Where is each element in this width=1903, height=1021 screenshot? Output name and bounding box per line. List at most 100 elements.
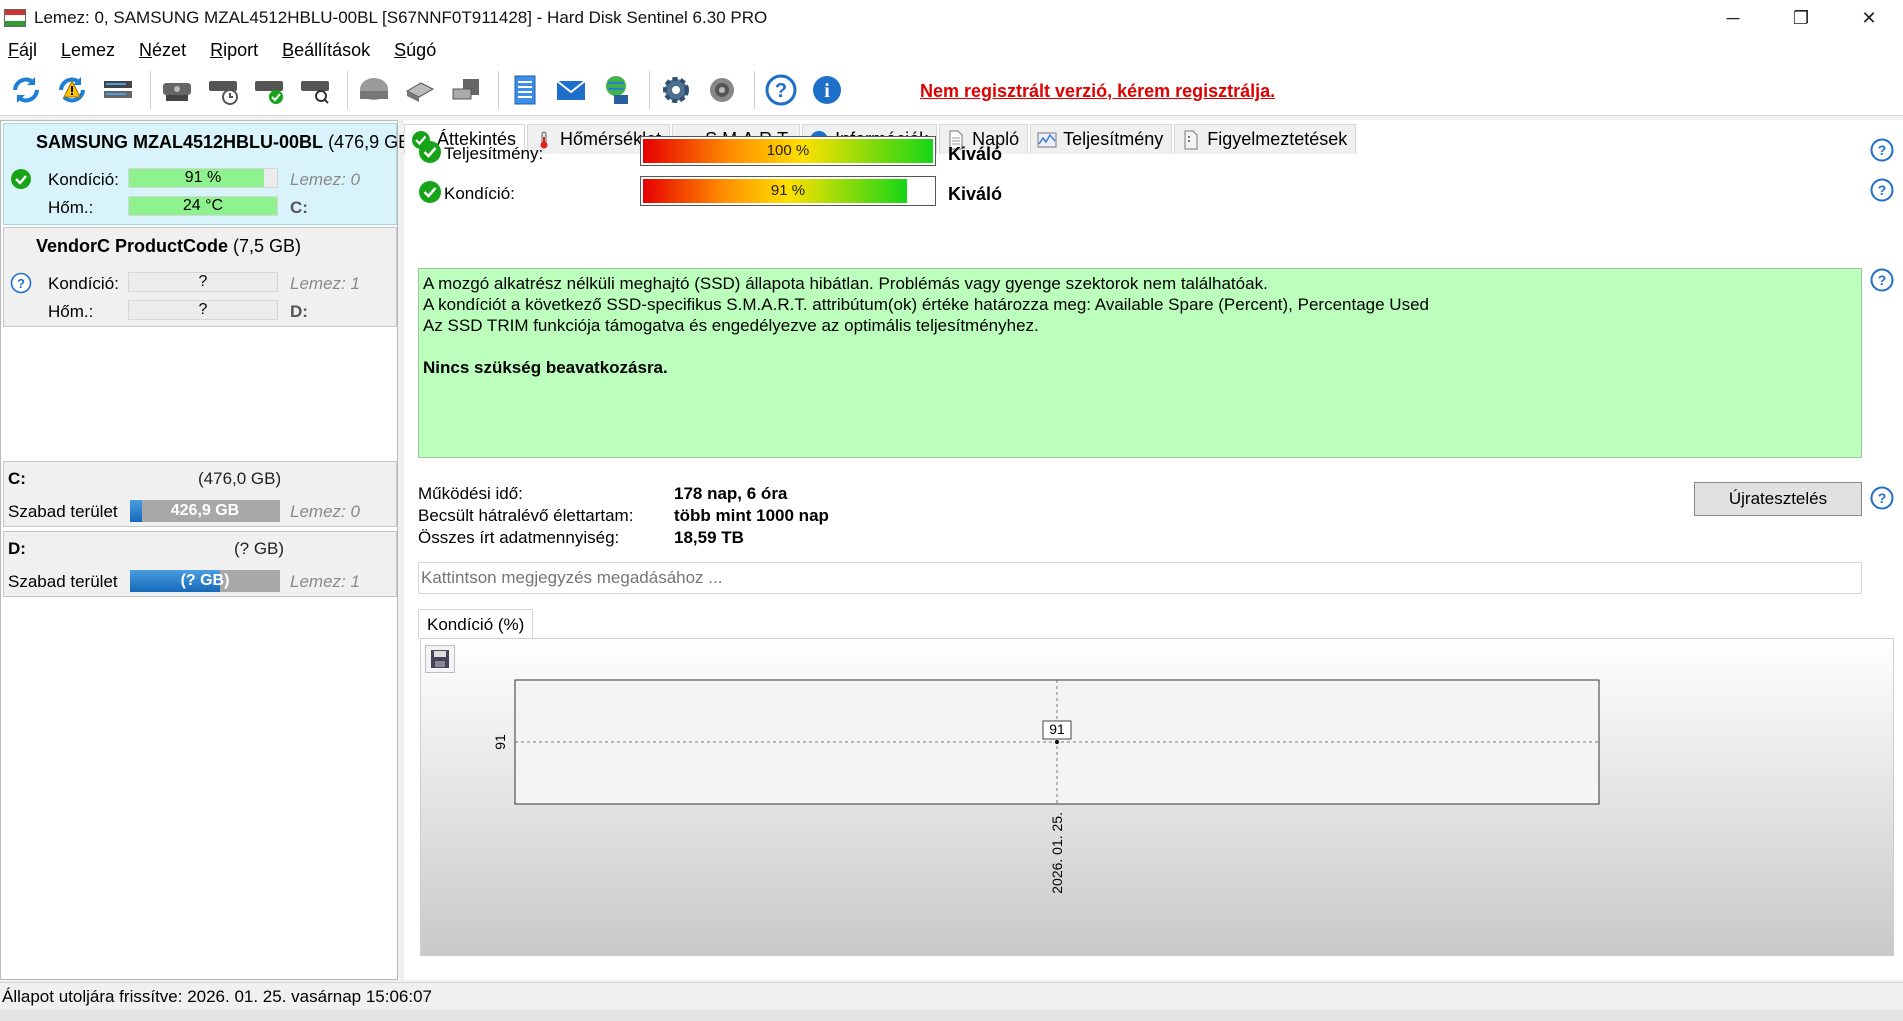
disk-surface-test-icon[interactable] xyxy=(157,70,197,110)
menu-file[interactable]: Fájl xyxy=(8,40,37,61)
app-icon xyxy=(4,9,26,27)
drive-letter: D: xyxy=(290,302,308,321)
disk-name: VendorC ProductCode (7,5 GB) xyxy=(36,236,302,256)
restore-button[interactable]: ❐ xyxy=(1767,0,1835,36)
condition-chart: 91 2026. 01. 25. 91 xyxy=(492,679,1600,894)
disk-card-1[interactable]: VendorC ProductCode (7,5 GB) ? Kondíció:… xyxy=(3,227,397,327)
disk-card-0[interactable]: SAMSUNG MZAL4512HBLU-00BL (476,9 GB Kond… xyxy=(3,123,410,225)
refresh-icon[interactable] xyxy=(6,70,46,110)
lifetime-value: több mint 1000 nap xyxy=(674,506,829,525)
status-bar: Állapot utoljára frissítve: 2026. 01. 25… xyxy=(0,982,1903,1010)
status-line: Az SSD TRIM funkciója támogatva és enged… xyxy=(423,316,1039,335)
performance-label: Teljesítmény: xyxy=(444,144,544,163)
menu-report[interactable]: Riport xyxy=(210,40,258,61)
note-input[interactable] xyxy=(418,562,1862,594)
ok-check-icon xyxy=(419,141,441,163)
svg-text:?: ? xyxy=(775,80,787,102)
written-value: 18,59 TB xyxy=(674,528,744,547)
svg-text:?: ? xyxy=(1878,490,1887,506)
bottom-strip xyxy=(0,1010,1903,1021)
free-space-label: Szabad terület xyxy=(8,502,118,521)
toolbar-separator xyxy=(754,70,755,109)
status-line: A kondíciót a következő SSD-specifikus S… xyxy=(423,295,1429,314)
disk-number: Lemez: 0 xyxy=(290,170,360,189)
svg-text:?: ? xyxy=(1878,142,1887,158)
disk-list-icon[interactable] xyxy=(98,70,138,110)
lifetime-label: Becsült hátralévő élettartam: xyxy=(418,506,634,525)
svg-text:i: i xyxy=(824,80,830,102)
network-icon[interactable] xyxy=(597,70,637,110)
status-description-box: A mozgó alkatrész nélküli meghajtó (SSD)… xyxy=(418,268,1862,458)
toolbar-separator xyxy=(150,70,151,109)
report-icon[interactable] xyxy=(505,70,545,110)
status-line: A mozgó alkatrész nélküli meghajtó (SSD)… xyxy=(423,274,1268,293)
disk-ok-icon[interactable] xyxy=(249,70,289,110)
free-space-bar: (? GB) xyxy=(130,570,280,592)
tab-condition-chart[interactable]: Kondíció (%) xyxy=(418,609,534,639)
volume-card-c[interactable]: C: (476,0 GB) Szabad terület 426,9 GB Le… xyxy=(3,461,397,527)
condition-rating: Kiváló xyxy=(948,184,1003,204)
uptime-label: Működési idő: xyxy=(418,484,523,503)
title-bar: Lemez: 0, SAMSUNG MZAL4512HBLU-00BL [S67… xyxy=(0,0,1903,36)
disk-number: Lemez: 1 xyxy=(290,274,360,293)
help-icon[interactable]: ? xyxy=(1870,486,1894,510)
disk-name: SAMSUNG MZAL4512HBLU-00BL (476,9 GB xyxy=(36,132,411,152)
help-icon[interactable]: ? xyxy=(1870,268,1894,292)
uptime-value: 178 nap, 6 óra xyxy=(674,484,788,503)
window-controls: ─ ❐ ✕ xyxy=(1699,0,1903,36)
refresh-warning-icon[interactable] xyxy=(52,70,92,110)
hdd-icon[interactable] xyxy=(354,70,394,110)
menu-help[interactable]: Súgó xyxy=(394,40,436,61)
tab-alerts[interactable]: Figyelmeztetések xyxy=(1174,124,1357,154)
volume-size: (? GB) xyxy=(234,539,285,558)
email-icon[interactable] xyxy=(551,70,591,110)
tab-performance[interactable]: Teljesítmény xyxy=(1030,124,1173,154)
volume-size: (476,0 GB) xyxy=(198,469,282,488)
toolbar: ? i Nem regisztrált verzió, kérem regisz… xyxy=(0,64,1903,116)
menu-view[interactable]: Nézet xyxy=(139,40,186,61)
condition-bar: 91 % xyxy=(128,168,278,188)
condition-chart-area: 91 2026. 01. 25. 91 xyxy=(420,638,1894,956)
data-label: 91 xyxy=(1049,721,1065,737)
minimize-button[interactable]: ─ xyxy=(1699,0,1767,36)
data-point xyxy=(1055,740,1059,744)
performance-bar: 100 % xyxy=(640,136,936,166)
toolbar-separator xyxy=(649,70,650,109)
menu-settings[interactable]: Beállítások xyxy=(282,40,370,61)
disk-search-icon[interactable] xyxy=(295,70,335,110)
ok-check-icon xyxy=(11,169,31,189)
retest-button[interactable]: Újratesztelés xyxy=(1694,482,1862,516)
speaker-icon[interactable] xyxy=(702,70,742,110)
x-tick-label: 2026. 01. 25. xyxy=(1049,812,1065,894)
condition-label: Kondíció: xyxy=(48,274,119,293)
info-icon[interactable]: i xyxy=(807,70,847,110)
condition-bar: ? xyxy=(128,272,278,292)
drive-letter: C: xyxy=(290,198,308,217)
volume-disk-number: Lemez: 1 xyxy=(290,572,360,591)
volume-card-d[interactable]: D: (? GB) Szabad terület (? GB) Lemez: 1 xyxy=(3,531,397,597)
performance-rating: Kiváló xyxy=(948,144,1003,164)
toolbar-separator xyxy=(347,70,348,109)
temperature-bar: 24 °C xyxy=(128,196,278,216)
close-button[interactable]: ✕ xyxy=(1835,0,1903,36)
volume-letter: D: xyxy=(8,539,26,558)
gear-icon[interactable] xyxy=(656,70,696,110)
external-drive-icon[interactable] xyxy=(446,70,486,110)
condition-bar: 91 % xyxy=(640,176,936,206)
help-icon[interactable]: ? xyxy=(1870,138,1894,162)
disk-list-panel: SAMSUNG MZAL4512HBLU-00BL (476,9 GB Kond… xyxy=(0,120,410,980)
unknown-status-icon: ? xyxy=(10,272,32,294)
main-panel: Áttekintés Hőmérséklet S.M.A.R.T. i Info… xyxy=(404,120,1903,980)
usb-drive-icon[interactable] xyxy=(400,70,440,110)
condition-label: Kondíció: xyxy=(444,184,515,203)
written-label: Összes írt adatmennyiség: xyxy=(418,528,620,547)
help-icon[interactable]: ? xyxy=(761,70,801,110)
svg-text:?: ? xyxy=(1878,272,1887,288)
window-title: Lemez: 0, SAMSUNG MZAL4512HBLU-00BL [S67… xyxy=(34,8,768,27)
disk-timer-icon[interactable] xyxy=(203,70,243,110)
register-link[interactable]: Nem regisztrált verzió, kérem regisztrál… xyxy=(920,81,1275,102)
menu-bar: Fájl Lemez Nézet Riport Beállítások Súgó xyxy=(0,36,1903,64)
menu-disk[interactable]: Lemez xyxy=(61,40,115,61)
volume-letter: C: xyxy=(8,469,26,488)
help-icon[interactable]: ? xyxy=(1870,178,1894,202)
